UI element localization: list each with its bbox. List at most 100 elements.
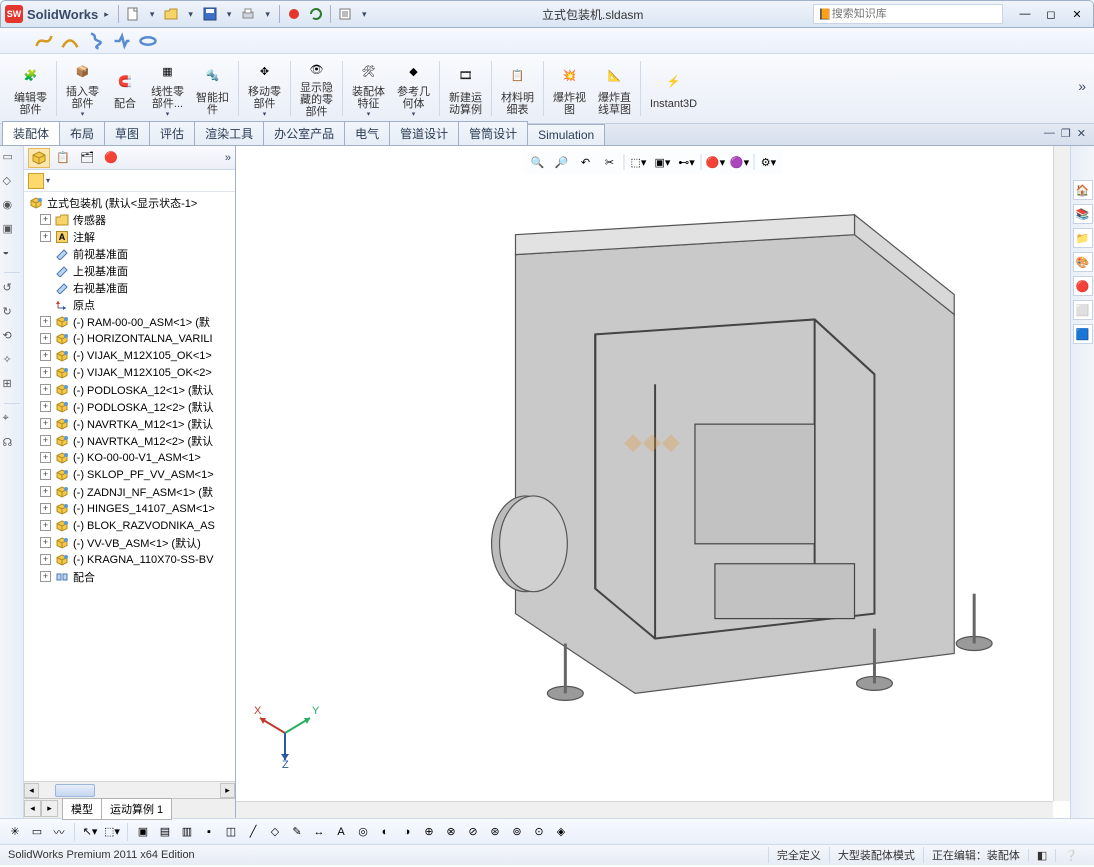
lt-icon-2[interactable]: ◇ (3, 174, 21, 192)
rebuild-icon[interactable] (307, 5, 325, 23)
tree-node[interactable]: 右视基准面 (24, 279, 235, 296)
lt-icon-12[interactable]: ☊ (3, 436, 21, 454)
expand-toggle-icon[interactable]: + (40, 333, 51, 344)
bb-filter-face-icon[interactable]: ▤ (156, 823, 174, 841)
bb-cursor-icon[interactable]: ↖▾ (81, 823, 99, 841)
composite-curve-icon[interactable] (112, 31, 132, 51)
tree-tab-property-icon[interactable]: 📋 (52, 148, 74, 168)
bb-filter-misc5-icon[interactable]: ⊗ (442, 823, 460, 841)
tree-node[interactable]: +(-) VIJAK_M12X105_OK<2> (24, 364, 235, 381)
tree-node[interactable]: 上视基准面 (24, 262, 235, 279)
expand-toggle-icon[interactable]: + (40, 214, 51, 225)
close-button[interactable]: ✕ (1065, 6, 1089, 22)
expand-toggle-icon[interactable]: + (40, 452, 51, 463)
new-file-icon[interactable] (124, 5, 142, 23)
lt-icon-8[interactable]: ⟲ (3, 329, 21, 347)
bb-filter-plane-icon[interactable]: ◇ (266, 823, 284, 841)
bb-filter-misc6-icon[interactable]: ⊘ (464, 823, 482, 841)
bb-filter-surf-icon[interactable]: ◫ (222, 823, 240, 841)
tree-node[interactable]: +(-) PODLOSKA_12<2> (默认 (24, 398, 235, 415)
tree-node[interactable]: +配合 (24, 568, 235, 585)
scroll-left-icon[interactable]: ◂ (24, 783, 39, 798)
tree-node[interactable]: 前视基准面 (24, 245, 235, 262)
reference-geom-button[interactable]: ◆参考几 何体▾ (391, 57, 436, 120)
save-dropdown-icon[interactable]: ▾ (227, 9, 232, 20)
tab-sketch[interactable]: 草图 (104, 121, 150, 145)
tp-explorer-icon[interactable]: 📁 (1073, 228, 1093, 248)
tree-node[interactable]: +(-) NAVRTKA_M12<2> (默认 (24, 432, 235, 449)
tab-office[interactable]: 办公室产品 (263, 121, 345, 145)
tree-node[interactable]: +传感器 (24, 211, 235, 228)
expand-toggle-icon[interactable]: + (40, 537, 51, 548)
open-file-icon[interactable] (162, 5, 180, 23)
print-dropdown-icon[interactable]: ▾ (265, 9, 270, 20)
lt-icon-1[interactable]: ▭ (3, 150, 21, 168)
status-help-icon[interactable]: ❔ (1055, 849, 1086, 862)
tree-tab-display-icon[interactable]: 🔴 (100, 148, 122, 168)
doc-minimize-icon[interactable]: — (1044, 127, 1055, 140)
tree-node[interactable]: +(-) KRAGNA_110X70-SS-BV (24, 551, 235, 568)
bb-filter-misc2-icon[interactable]: ◐ (376, 823, 394, 841)
bottom-tab-motion[interactable]: 运动算例 1 (101, 798, 172, 820)
explode-sketch-button[interactable]: 📐爆炸直 线草图 (592, 57, 637, 120)
expand-toggle-icon[interactable]: + (40, 231, 51, 242)
lt-icon-6[interactable]: ↺ (3, 281, 21, 299)
expand-toggle-icon[interactable]: + (40, 350, 51, 361)
options-icon[interactable] (336, 5, 354, 23)
exploded-view-button[interactable]: 💥爆炸视 图 (547, 57, 592, 120)
tp-appearance-icon[interactable]: 🔴 (1073, 276, 1093, 296)
minimize-button[interactable]: — (1013, 6, 1037, 22)
bom-button[interactable]: 📋材料明 细表 (495, 57, 540, 120)
ribbon-expand-icon[interactable]: » (1078, 78, 1086, 94)
insert-component-button[interactable]: 📦插入零 部件▾ (60, 57, 105, 120)
expand-toggle-icon[interactable]: + (40, 520, 51, 531)
new-motion-study-button[interactable]: 🎞新建运 动算例 (443, 57, 488, 120)
expand-toggle-icon[interactable]: + (40, 435, 51, 446)
linear-pattern-button[interactable]: ▦线性零 部件...▾ (145, 57, 190, 120)
bottom-tab-model[interactable]: 模型 (62, 798, 102, 820)
tree-node[interactable]: +(-) HINGES_14107_ASM<1> (24, 500, 235, 517)
show-hidden-button[interactable]: 👁显示隐 藏的零 部件 (294, 57, 339, 120)
curve-icon[interactable] (60, 31, 80, 51)
graphics-viewport[interactable]: 🔍 🔎 ↶ ✂ ⬚▾ ▣▾ ⊷▾ 🔴▾ 🟣▾ ⚙▾ (236, 146, 1070, 818)
tree-node[interactable]: +(-) BLOK_RAZVODNIKA_AS (24, 517, 235, 534)
bb-filter-body-icon[interactable]: ▣ (134, 823, 152, 841)
lt-icon-10[interactable]: ⊞ (3, 377, 21, 395)
bb-star-icon[interactable]: ✳ (6, 823, 24, 841)
tp-palette-icon[interactable]: 🎨 (1073, 252, 1093, 272)
app-menu-chevron-icon[interactable]: ▸ (104, 9, 109, 20)
project-curve-icon[interactable] (138, 31, 158, 51)
bb-filter-vertex-icon[interactable]: ▪ (200, 823, 218, 841)
bb-lasso-icon[interactable]: 〰 (50, 823, 68, 841)
filter-icon[interactable] (28, 173, 44, 189)
expand-toggle-icon[interactable]: + (40, 503, 51, 514)
expand-toggle-icon[interactable]: + (40, 571, 51, 582)
move-component-button[interactable]: ✥移动零 部件▾ (242, 57, 287, 120)
tp-decal-icon[interactable]: 🟦 (1073, 324, 1093, 344)
tree-tab-config-icon[interactable]: 🗂 (76, 148, 98, 168)
lt-icon-11[interactable]: ⌖ (3, 412, 21, 430)
lt-icon-3[interactable]: ◉ (3, 198, 21, 216)
search-box[interactable]: 📙 (813, 4, 1003, 24)
search-input[interactable] (832, 8, 998, 20)
tp-custom-icon[interactable]: ⬜ (1073, 300, 1093, 320)
mate-button[interactable]: 🧲配合 (105, 57, 145, 120)
tree-node[interactable]: +(-) VV-VB_ASM<1> (默认) (24, 534, 235, 551)
tree-node[interactable]: +(-) SKLOP_PF_VV_ASM<1> (24, 466, 235, 483)
maximize-button[interactable]: ◻ (1039, 6, 1063, 22)
instant3d-button[interactable]: ⚡Instant3D (644, 57, 703, 120)
expand-toggle-icon[interactable]: + (40, 367, 51, 378)
tree-node[interactable]: +(-) NAVRTKA_M12<1> (默认 (24, 415, 235, 432)
bb-select-icon[interactable]: ▭ (28, 823, 46, 841)
tab-electrical[interactable]: 电气 (344, 121, 390, 145)
tab-assembly[interactable]: 装配体 (2, 121, 60, 145)
tab-layout[interactable]: 布局 (59, 121, 105, 145)
expand-toggle-icon[interactable]: + (40, 401, 51, 412)
lt-icon-7[interactable]: ↻ (3, 305, 21, 323)
tree-node[interactable]: +(-) PODLOSKA_12<1> (默认 (24, 381, 235, 398)
tree-node[interactable]: 原点 (24, 296, 235, 313)
tp-home-icon[interactable]: 🏠 (1073, 180, 1093, 200)
options-dropdown-icon[interactable]: ▾ (362, 9, 367, 20)
feature-tree[interactable]: 立式包装机 (默认<显示状态-1>+传感器+A注解前视基准面上视基准面右视基准面… (24, 192, 235, 781)
open-dropdown-icon[interactable]: ▾ (188, 9, 193, 20)
